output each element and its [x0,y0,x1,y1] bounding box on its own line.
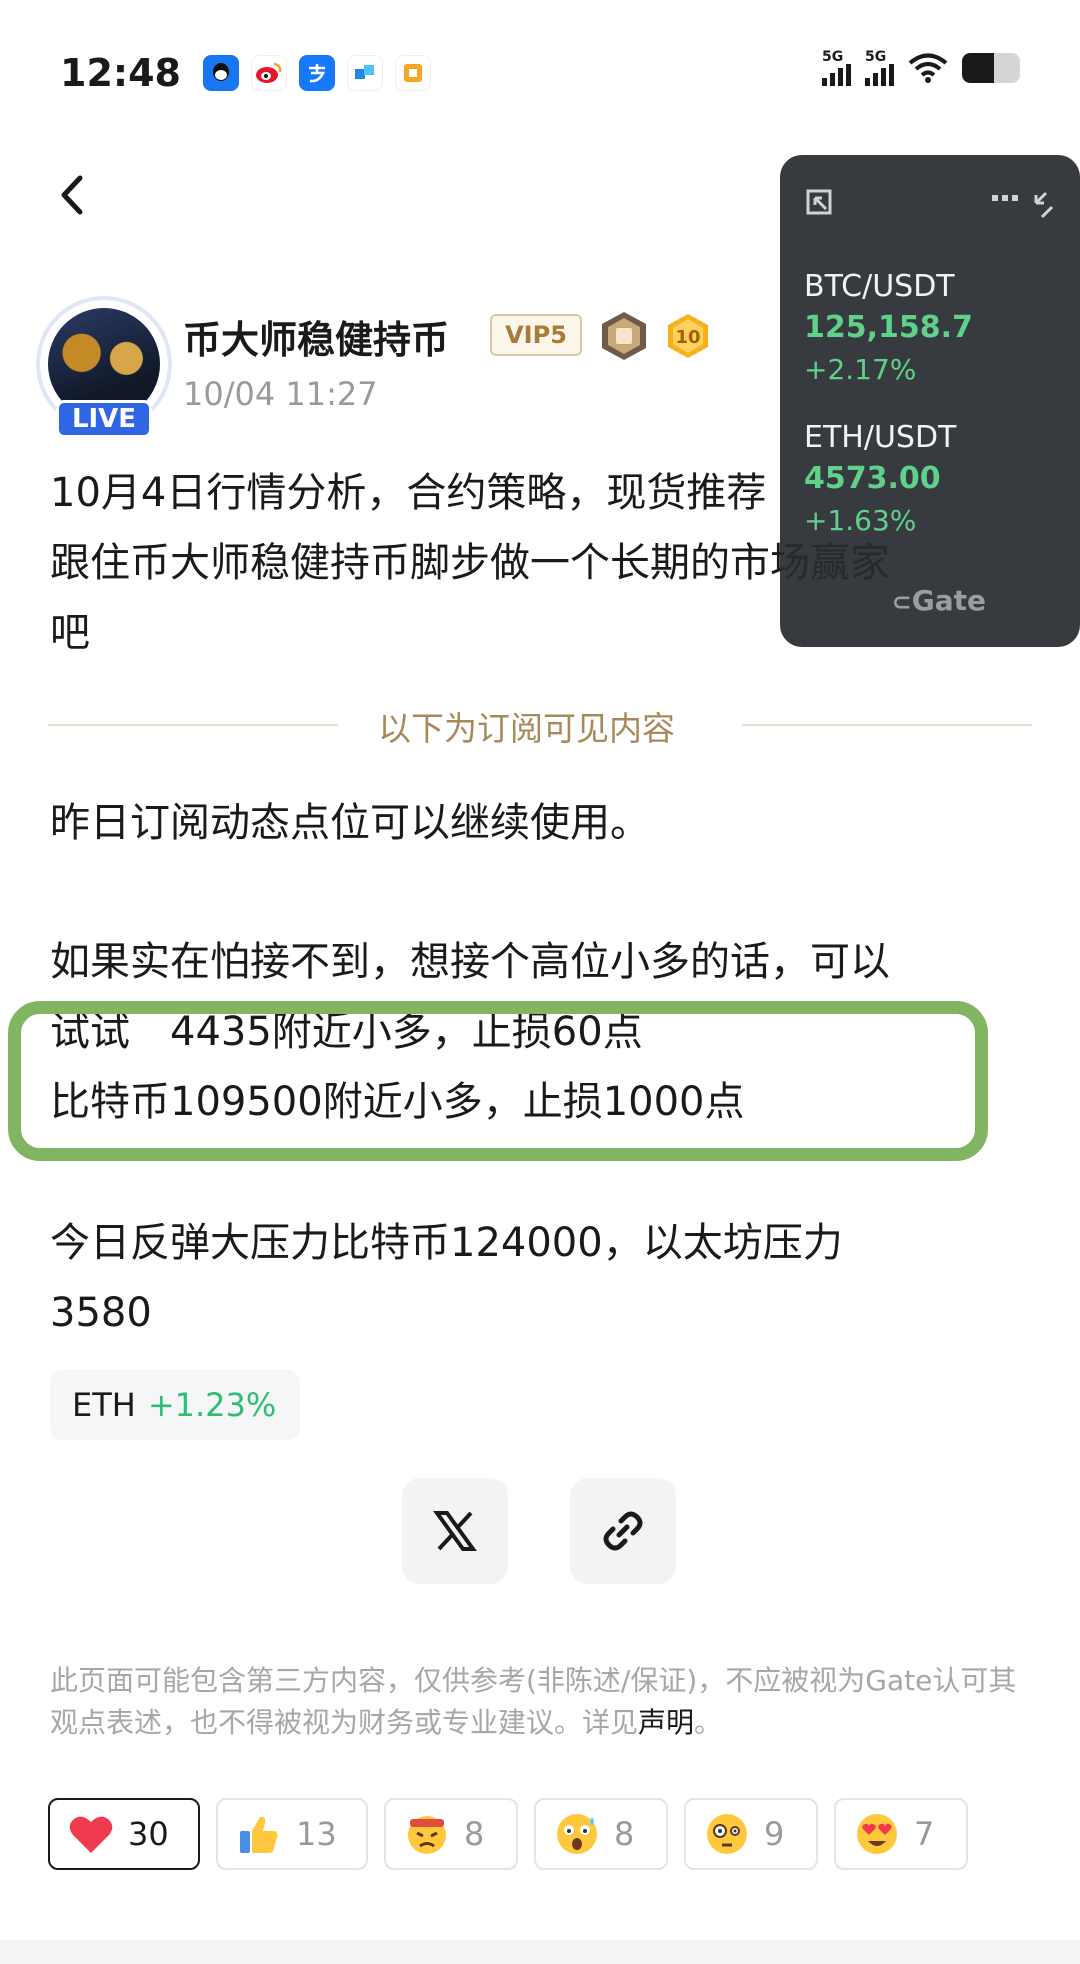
status-time: 12:48 [60,50,181,95]
post-paragraph: 今日反弹大压力比特币124000，以太坊压力 [50,1220,843,1266]
author-avatar[interactable]: LIVE [36,296,172,438]
post-paragraph: 如果实在怕接不到，想接个高位小多的话，可以 [50,939,890,985]
shocked-emoji-icon [554,1811,600,1857]
vip-badge: VIP5 [490,314,582,356]
reaction-heart-button[interactable]: 30 [48,1798,200,1870]
post-detail-page: 12:48 5G 5G BTC/USDT 125,158.7 +2.17% ET… [0,0,1080,1964]
status-bar: 12:48 5G 5G [0,0,1080,145]
post-paragraph: 试试 4435附近小多，止损60点 [50,1009,643,1055]
level-badge-icon: 10 [668,314,708,358]
ticker-price-btc: 125,158.7 [804,310,973,345]
reaction-count: 7 [914,1815,935,1853]
reaction-bar: 30 13 8 8 9 7 [48,1798,968,1870]
heart-icon [68,1811,114,1857]
thinking-emoji-icon [704,1811,750,1857]
wifi-icon [908,53,948,83]
ticker-change-btc: +2.17% [804,353,917,386]
statement-link[interactable]: 声明 [638,1706,694,1739]
post-paragraph: 3580 [50,1290,152,1336]
link-icon [603,1511,643,1551]
x-logo-icon [433,1511,477,1551]
qq-app-icon [202,54,239,91]
reaction-angry-button[interactable]: 8 [384,1798,518,1870]
price-ticker-widget[interactable]: BTC/USDT 125,158.7 +2.17% ETH/USDT 4573.… [780,155,1080,647]
svg-text:10: 10 [675,327,700,348]
reaction-count: 13 [296,1815,337,1853]
post-text-line: 10月4日行情分析，合约策略，现货推荐 [50,470,767,516]
signal-strength-2: 5G [865,50,894,86]
live-badge: LIVE [56,400,152,438]
reaction-count: 8 [614,1815,635,1853]
author-name[interactable]: 币大师稳健持币 [183,309,449,364]
bottom-strip [0,1940,1080,1964]
gate-logo: ⊂Gate [891,584,986,617]
reaction-count: 8 [464,1815,485,1853]
orange-app-icon [394,54,431,91]
post-paragraph: 昨日订阅动态点位可以继续使用。 [50,800,650,846]
collapse-icon[interactable] [992,187,1056,219]
divider-left [48,724,338,726]
ticker-price-eth: 4573.00 [804,461,941,496]
medal-badge-icon [602,312,646,360]
expand-window-icon[interactable] [804,187,836,219]
divider-right [742,724,1032,726]
copy-link-button[interactable] [570,1478,676,1584]
notification-icons [202,54,431,91]
ticker-pair-eth: ETH/USDT [804,420,957,455]
reaction-shocked-button[interactable]: 8 [534,1798,668,1870]
alipay-app-icon [298,54,335,91]
ticker-pair-btc: BTC/USDT [804,269,955,304]
share-x-button[interactable] [402,1478,508,1584]
heart-eyes-emoji-icon [854,1811,900,1857]
reaction-count: 30 [128,1815,169,1853]
cloud-app-icon [346,54,383,91]
post-text-line: 跟住币大师稳健持币脚步做一个长期的市场赢家 [50,540,890,586]
status-right: 5G 5G [822,50,1020,86]
disclaimer-text: 此页面可能包含第三方内容，仅供参考(非陈述/保证)，不应被视为Gate认可其观点… [50,1664,1017,1739]
weibo-app-icon [250,54,287,91]
reaction-count: 9 [764,1815,785,1853]
angry-emoji-icon [404,1811,450,1857]
subscription-divider-label: 以下为订阅可见内容 [378,709,675,748]
back-button[interactable] [52,170,92,220]
reaction-thinking-button[interactable]: 9 [684,1798,818,1870]
signal-strength-1: 5G [822,50,851,86]
battery-icon [962,53,1020,83]
ticker-change-eth: +1.63% [804,504,917,537]
reaction-heart-eyes-button[interactable]: 7 [834,1798,968,1870]
thumbs-up-icon [236,1811,282,1857]
chevron-left-icon [61,175,83,215]
post-paragraph: 比特币109500附近小多，止损1000点 [50,1079,745,1125]
reaction-thumbs-up-button[interactable]: 13 [216,1798,368,1870]
coin-tag-eth[interactable]: ETH +1.23% [50,1370,300,1440]
post-text-line: 吧 [50,610,90,656]
post-timestamp: 10/04 11:27 [183,375,378,413]
